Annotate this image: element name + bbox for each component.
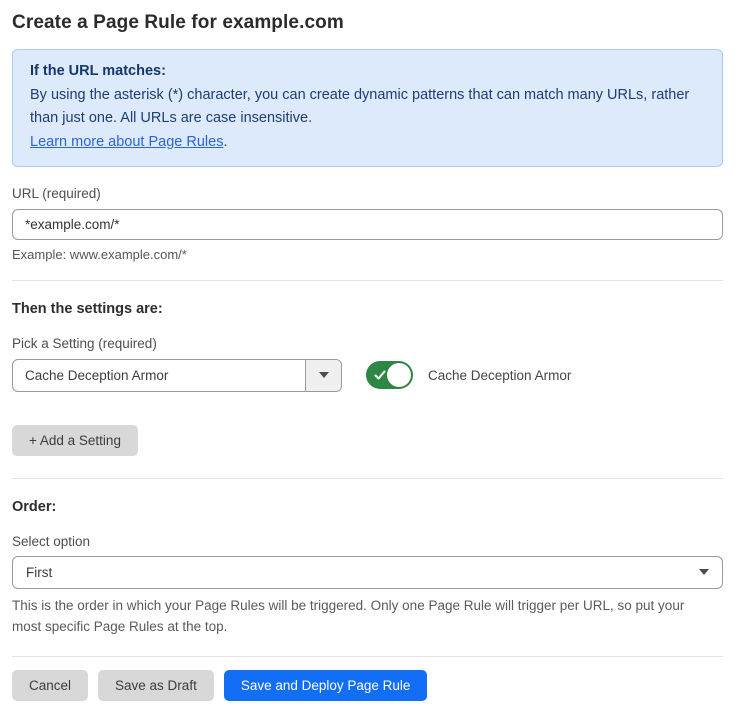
cache-deception-armor-toggle[interactable]	[366, 361, 413, 389]
info-box-link-line: Learn more about Page Rules.	[30, 131, 705, 154]
toggle-setting-label: Cache Deception Armor	[428, 368, 571, 383]
check-icon	[374, 369, 386, 381]
pick-setting-label: Pick a Setting (required)	[12, 336, 723, 351]
order-select-label: Select option	[12, 534, 723, 549]
order-section-heading: Order:	[12, 499, 723, 515]
divider	[12, 280, 723, 281]
cancel-button[interactable]: Cancel	[12, 670, 88, 701]
add-setting-button[interactable]: + Add a Setting	[12, 425, 138, 456]
info-box-body: By using the asterisk (*) character, you…	[30, 84, 705, 130]
order-description: This is the order in which your Page Rul…	[12, 596, 717, 638]
setting-select-arrow-button[interactable]	[305, 360, 341, 391]
save-and-deploy-button[interactable]: Save and Deploy Page Rule	[224, 670, 428, 701]
create-page-rule-form: Create a Page Rule for example.com If th…	[0, 0, 750, 717]
info-box-heading: If the URL matches:	[30, 60, 705, 83]
footer-actions: Cancel Save as Draft Save and Deploy Pag…	[12, 670, 723, 701]
url-field-label: URL (required)	[12, 186, 723, 201]
divider	[12, 656, 723, 657]
order-select[interactable]: First	[12, 556, 723, 589]
settings-section-heading: Then the settings are:	[12, 301, 723, 317]
setting-row: Cache Deception Armor Cache Deception Ar…	[12, 359, 723, 392]
learn-more-link[interactable]: Learn more about Page Rules	[30, 134, 223, 150]
save-as-draft-button[interactable]: Save as Draft	[98, 670, 214, 701]
chevron-down-icon	[699, 569, 709, 575]
setting-select-value: Cache Deception Armor	[13, 360, 305, 391]
url-example-hint: Example: www.example.com/*	[12, 247, 723, 262]
divider	[12, 478, 723, 479]
page-title: Create a Page Rule for example.com	[12, 12, 723, 34]
link-suffix: .	[223, 134, 227, 150]
setting-toggle-group: Cache Deception Armor	[366, 361, 571, 389]
url-input[interactable]	[12, 209, 723, 240]
url-match-info-box: If the URL matches: By using the asteris…	[12, 49, 723, 167]
chevron-down-icon	[319, 372, 329, 378]
setting-select[interactable]: Cache Deception Armor	[12, 359, 342, 392]
toggle-knob	[387, 363, 411, 387]
order-select-value: First	[26, 565, 52, 580]
